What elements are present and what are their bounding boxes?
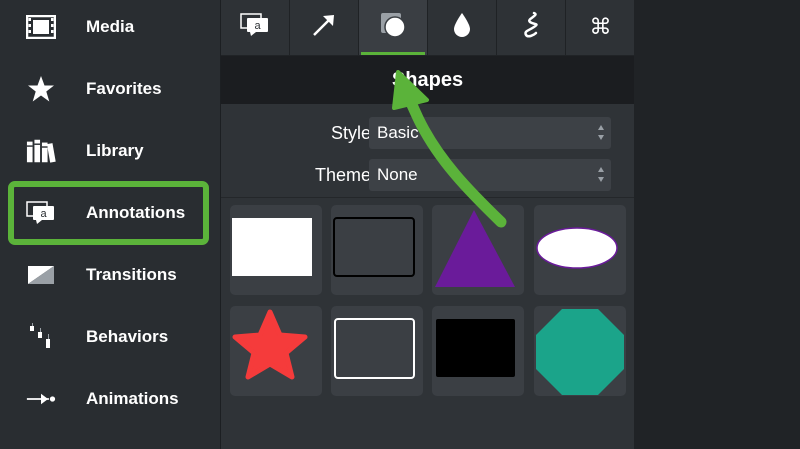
tab-shapes[interactable] [359, 0, 428, 55]
shape-outlined-rectangle[interactable] [331, 205, 423, 295]
sidebar-item-label: Behaviors [86, 327, 169, 346]
sidebar-item-label: Favorites [86, 79, 162, 98]
spinner-arrows-icon [597, 165, 605, 185]
drop-icon [452, 12, 472, 43]
star-icon [26, 74, 56, 104]
annotation-toolbar: a ⌘ [221, 0, 634, 55]
tab-keystroke[interactable]: ⌘ [566, 0, 635, 55]
selection-highlight-box [8, 181, 209, 245]
sidebar-item-label: Animations [86, 389, 179, 408]
sidebar-item-media[interactable]: Media [0, 0, 220, 58]
panel-title: Shapes [391, 68, 464, 91]
tab-arrows[interactable] [290, 0, 359, 55]
callout-bubble-icon: a [240, 13, 270, 42]
style-select-value: Basic [377, 123, 419, 142]
theme-select-value: None [377, 165, 418, 184]
arrow-icon [311, 12, 337, 43]
shape-filled-rectangle[interactable] [230, 205, 322, 295]
sidebar-item-transitions[interactable]: Transitions [0, 244, 220, 306]
command-key-icon: ⌘ [589, 15, 612, 40]
tab-sketch-motion[interactable] [497, 0, 566, 55]
behaviors-icon [26, 322, 56, 352]
sidebar-item-behaviors[interactable]: Behaviors [0, 306, 220, 368]
sidebar-item-label: Transitions [86, 265, 177, 284]
shape-white-outlined-rectangle[interactable] [331, 306, 423, 396]
sidebar-item-label: Library [86, 141, 144, 160]
shape-ellipse[interactable] [534, 205, 626, 295]
animation-arrow-icon [26, 384, 56, 414]
style-select[interactable]: Basic [369, 117, 611, 149]
panel-header: Shapes [221, 56, 634, 104]
shapes-icon [379, 11, 407, 44]
style-row: Style: Basic [221, 117, 634, 150]
sidebar-item-favorites[interactable]: Favorites [0, 58, 220, 120]
sidebar-item-library[interactable]: Library [0, 120, 220, 182]
shape-star[interactable] [230, 306, 322, 396]
shape-triangle[interactable] [432, 205, 524, 295]
theme-label: Theme: [314, 165, 376, 185]
shape-black-rectangle[interactable] [432, 306, 524, 396]
books-icon [26, 136, 56, 166]
section-divider [221, 197, 634, 198]
active-tab-indicator [361, 52, 425, 55]
shape-octagon[interactable] [534, 306, 626, 396]
properties-panel: Style: Basic Theme: None [221, 104, 634, 449]
sidebar: Media Favorites Library a Annotations Tr… [0, 0, 220, 449]
tab-blur-highlight[interactable] [428, 0, 497, 55]
sidebar-item-animations[interactable]: Animations [0, 368, 220, 430]
film-strip-icon [26, 12, 56, 42]
canvas-area [634, 0, 800, 449]
squiggle-icon [518, 11, 544, 44]
callout-badge-text: a [254, 20, 261, 32]
transition-icon [26, 260, 56, 290]
theme-row: Theme: None [221, 159, 634, 192]
spinner-arrows-icon [597, 123, 605, 143]
tab-callouts[interactable]: a [221, 0, 290, 55]
sidebar-item-label: Media [86, 17, 135, 36]
theme-select[interactable]: None [369, 159, 611, 191]
